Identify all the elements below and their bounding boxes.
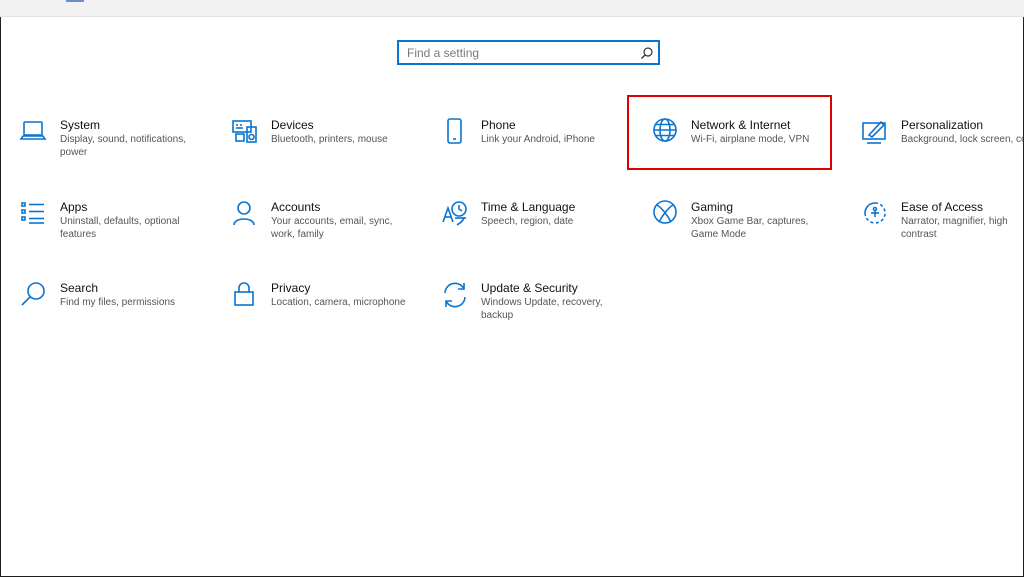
tile-desc: Narrator, magnifier, high contrast [901,216,1008,240]
tile-devices[interactable]: Devices Bluetooth, printers, mouse [231,118,431,178]
tile-title: Phone [481,118,516,132]
tile-desc: Display, sound, notifications, power [60,134,186,158]
tile-desc: Xbox Game Bar, captures, Game Mode [691,216,809,240]
tile-desc: Windows Update, recovery, backup [481,297,603,321]
tile-title: Search [60,281,99,295]
highlight-box [627,95,832,170]
tile-desc: Background, lock screen, colors [901,134,1024,145]
phone-icon [441,118,469,146]
paint-icon [861,118,889,146]
tile-system[interactable]: System Display, sound, notifications, po… [19,118,220,178]
tile-time-language[interactable]: Time & Language Speech, region, date [441,200,641,260]
tile-title: Personalization [901,118,984,132]
tile-desc: Find my files, permissions [60,297,176,308]
tile-desc: Link your Android, iPhone [481,134,595,145]
search-icon[interactable] [640,46,654,60]
tile-desc: Your accounts, email, sync, work, family [271,216,393,240]
tile-title: Devices [271,118,314,132]
tile-title: Privacy [271,281,311,295]
devices-icon [231,118,259,146]
tile-title: Apps [60,200,88,214]
ease-of-access-icon [861,200,889,228]
tile-desc: Uninstall, defaults, optional features [60,216,180,240]
lock-icon [231,281,259,309]
time-language-icon [441,200,469,228]
tile-search[interactable]: Search Find my files, permissions [20,281,220,341]
person-icon [231,200,259,228]
tile-title: Gaming [691,200,734,214]
sync-icon [441,281,469,309]
tile-ease-of-access[interactable]: Ease of Access Narrator, magnifier, high… [861,200,1024,260]
tile-update-security[interactable]: Update & Security Windows Update, recove… [441,281,641,341]
xbox-icon [651,200,679,228]
magnifier-icon [20,281,48,309]
apps-list-icon [20,200,48,228]
search-input[interactable] [407,45,635,61]
tile-phone[interactable]: Phone Link your Android, iPhone [441,118,641,178]
title-bar [0,0,1024,17]
tile-desc: Bluetooth, printers, mouse [271,134,388,145]
tile-desc: Location, camera, microphone [271,297,406,308]
tile-title: Update & Security [481,281,578,295]
tile-gaming[interactable]: Gaming Xbox Game Bar, captures, Game Mod… [651,200,851,260]
tile-personalization[interactable]: Personalization Background, lock screen,… [861,118,1024,178]
tile-desc: Speech, region, date [481,216,574,227]
tile-title: Time & Language [481,200,576,214]
tile-title: System [60,118,101,132]
search-box[interactable] [397,40,660,65]
tile-title: Ease of Access [901,200,984,214]
app-icon [66,0,84,2]
tile-accounts[interactable]: Accounts Your accounts, email, sync, wor… [231,200,431,260]
tile-privacy[interactable]: Privacy Location, camera, microphone [231,281,431,341]
tile-title: Accounts [271,200,321,214]
tile-apps[interactable]: Apps Uninstall, defaults, optional featu… [20,200,220,260]
laptop-icon [19,118,48,146]
